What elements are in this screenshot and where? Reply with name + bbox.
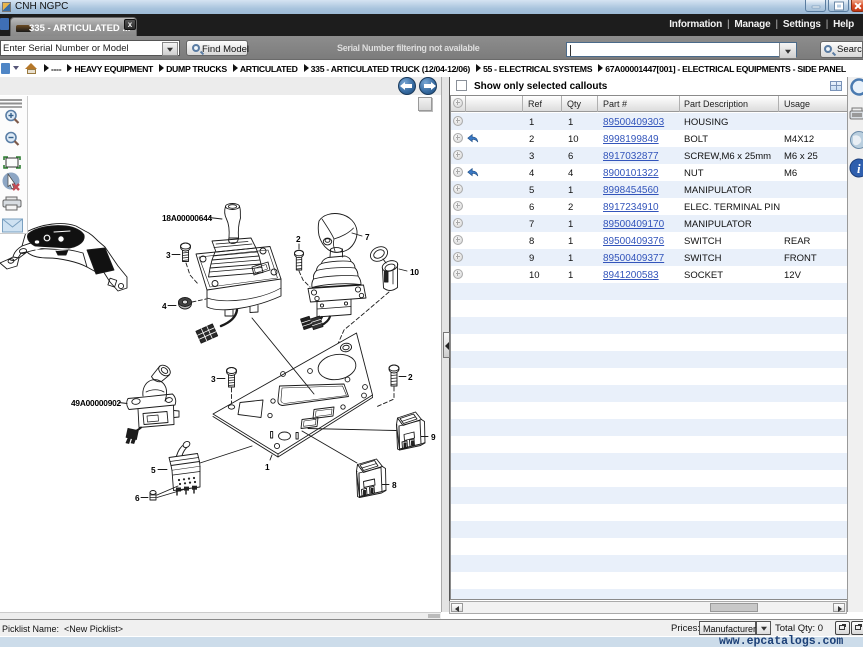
svg-text:49A00000902: 49A00000902 bbox=[71, 398, 122, 408]
svg-text:6: 6 bbox=[135, 493, 140, 503]
svg-text:3: 3 bbox=[211, 374, 216, 384]
svg-text:i: i bbox=[857, 161, 861, 176]
svg-text:7: 7 bbox=[365, 232, 370, 242]
svg-text:8: 8 bbox=[392, 480, 397, 490]
svg-text:9: 9 bbox=[431, 432, 436, 442]
svg-text:3: 3 bbox=[166, 250, 171, 260]
svg-text:4: 4 bbox=[162, 301, 167, 311]
svg-text:18A00000644: 18A00000644 bbox=[162, 213, 213, 223]
svg-text:5: 5 bbox=[151, 465, 156, 475]
svg-text:2: 2 bbox=[296, 234, 301, 244]
svg-text:1: 1 bbox=[265, 462, 270, 472]
svg-text:2: 2 bbox=[408, 372, 413, 382]
svg-text:10: 10 bbox=[410, 267, 419, 277]
